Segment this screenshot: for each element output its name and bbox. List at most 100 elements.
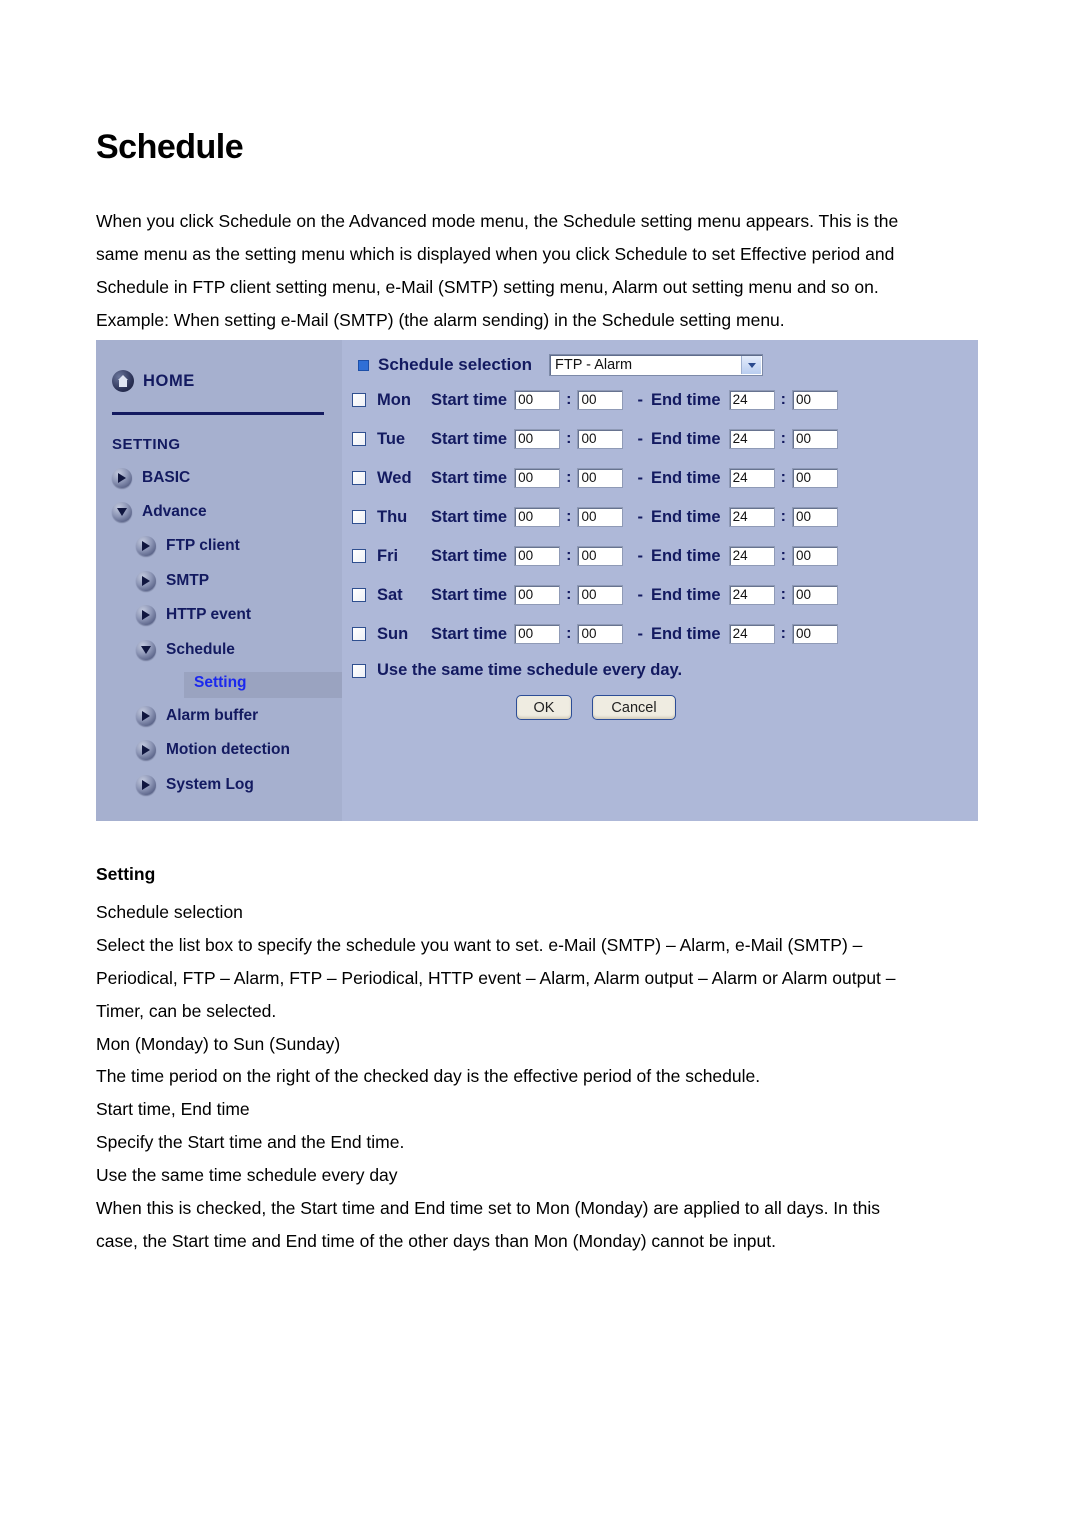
sidebar-item-ftp-client[interactable]: FTP client [136, 536, 240, 556]
sidebar-item-motion-detection[interactable]: Motion detection [136, 740, 290, 760]
start-minute-input-sat[interactable]: 00 [577, 585, 624, 605]
day-checkbox-fri[interactable] [352, 549, 366, 563]
ok-button[interactable]: OK [516, 695, 572, 720]
same-schedule-checkbox[interactable] [352, 663, 366, 678]
body-line: Specify the Start time and the End time. [96, 1132, 405, 1152]
end-hour-input-fri[interactable]: 24 [728, 546, 775, 566]
day-label: Sun [377, 624, 409, 643]
time-colon: : [566, 391, 572, 408]
end-minute-input-sun[interactable]: 00 [791, 624, 838, 644]
sidebar-item-alarm-buffer[interactable]: Alarm buffer [136, 706, 258, 726]
end-minute-input-wed[interactable]: 00 [791, 468, 838, 488]
sidebar-item-label: FTP client [166, 537, 240, 554]
schedule-row-thu: Thu Start time 00 : 00 - End time 24 : 0… [352, 505, 842, 529]
sidebar-item-schedule[interactable]: Schedule [136, 640, 235, 660]
house-icon [112, 370, 134, 392]
start-minute-input-sun[interactable]: 00 [577, 624, 624, 644]
end-minute-input-tue[interactable]: 00 [791, 429, 838, 449]
end-hour-input-sun[interactable]: 24 [728, 624, 775, 644]
time-colon: : [780, 508, 786, 525]
sidebar-item-label: Alarm buffer [166, 707, 259, 724]
start-hour-input-tue[interactable]: 00 [514, 429, 561, 449]
time-colon: : [780, 586, 786, 603]
time-dash: - [637, 624, 643, 643]
time-colon: : [780, 469, 786, 486]
end-hour-input-tue[interactable]: 24 [728, 429, 775, 449]
schedule-row-mon: Mon Start time 00 : 00 - End time 24 : 0… [352, 388, 842, 412]
sidebar-item-label-home: HOME [143, 371, 195, 390]
triangle-down-icon [136, 640, 156, 660]
day-label: Tue [377, 429, 406, 448]
end-minute-input-mon[interactable]: 00 [791, 390, 838, 410]
triangle-right-icon [136, 740, 156, 760]
day-checkbox-thu[interactable] [352, 510, 366, 524]
schedule-row-sun: Sun Start time 00 : 00 - End time 24 : 0… [352, 622, 842, 646]
form-buttons: OK Cancel [516, 695, 676, 720]
body-line: Select the list box to specify the sched… [96, 935, 863, 955]
intro-line: same menu as the setting menu which is d… [96, 244, 895, 264]
end-minute-input-thu[interactable]: 00 [791, 507, 838, 527]
day-checkbox-mon[interactable] [352, 393, 366, 407]
sidebar-item-basic[interactable]: BASIC [112, 468, 190, 488]
intro-line: Schedule in FTP client setting menu, e-M… [96, 277, 879, 297]
start-hour-input-fri[interactable]: 00 [514, 546, 561, 566]
body-line: Timer, can be selected. [96, 1001, 277, 1021]
schedule-selection-label: Schedule selection [378, 355, 532, 374]
triangle-right-icon [136, 536, 156, 556]
schedule-row-fri: Fri Start time 00 : 00 - End time 24 : 0… [352, 544, 842, 568]
time-dash: - [637, 546, 643, 565]
sidebar-item-home[interactable]: HOME [112, 370, 195, 392]
start-time-label: Start time [431, 585, 508, 604]
start-time-label: Start time [431, 390, 508, 409]
day-checkbox-sun[interactable] [352, 627, 366, 641]
intro-paragraph: When you click Schedule on the Advanced … [96, 205, 986, 337]
day-label: Fri [377, 546, 399, 565]
time-dash: - [637, 468, 643, 487]
sidebar-item-http-event[interactable]: HTTP event [136, 605, 251, 625]
start-minute-input-mon[interactable]: 00 [577, 390, 624, 410]
triangle-right-icon [112, 468, 132, 488]
section-heading: Setting [96, 864, 156, 884]
end-hour-input-wed[interactable]: 24 [728, 468, 775, 488]
start-hour-input-sun[interactable]: 00 [514, 624, 561, 644]
sidebar-item-label: System Log [166, 776, 254, 793]
end-hour-input-mon[interactable]: 24 [728, 390, 775, 410]
start-hour-input-mon[interactable]: 00 [514, 390, 561, 410]
start-minute-input-fri[interactable]: 00 [577, 546, 624, 566]
start-minute-input-thu[interactable]: 00 [577, 507, 624, 527]
end-hour-input-sat[interactable]: 24 [728, 585, 775, 605]
body-line: Start time, End time [96, 1099, 250, 1119]
start-minute-input-wed[interactable]: 00 [577, 468, 624, 488]
time-colon: : [566, 547, 572, 564]
same-schedule-label: Use the same time schedule every day. [377, 661, 683, 679]
ui-main-panel: Schedule selection FTP - Alarm Mon Start… [342, 340, 978, 821]
start-hour-input-thu[interactable]: 00 [514, 507, 561, 527]
sidebar-divider [112, 412, 324, 415]
body-line: When this is checked, the Start time and… [96, 1198, 880, 1218]
start-minute-input-tue[interactable]: 00 [577, 429, 624, 449]
start-hour-input-sat[interactable]: 00 [514, 585, 561, 605]
start-hour-input-wed[interactable]: 00 [514, 468, 561, 488]
end-minute-input-sat[interactable]: 00 [791, 585, 838, 605]
day-checkbox-tue[interactable] [352, 432, 366, 446]
sidebar-item-advance[interactable]: Advance [112, 502, 207, 522]
page-title: Schedule [96, 128, 244, 166]
sidebar-item-label: Motion detection [166, 741, 290, 758]
schedule-selection-dropdown[interactable]: FTP - Alarm [549, 354, 763, 376]
day-checkbox-wed[interactable] [352, 471, 366, 485]
sidebar-item-smtp[interactable]: SMTP [136, 571, 209, 591]
end-hour-input-thu[interactable]: 24 [728, 507, 775, 527]
end-minute-input-fri[interactable]: 00 [791, 546, 838, 566]
sidebar-item-setting[interactable]: Setting [194, 674, 247, 692]
end-time-label: End time [650, 507, 721, 526]
end-time-label: End time [650, 546, 721, 565]
cancel-button[interactable]: Cancel [592, 695, 676, 720]
start-time-label: Start time [431, 507, 508, 526]
end-time-label: End time [650, 429, 721, 448]
day-checkbox-sat[interactable] [352, 588, 366, 602]
sidebar-item-system-log[interactable]: System Log [136, 775, 254, 795]
schedule-row-tue: Tue Start time 00 : 00 - End time 24 : 0… [352, 427, 842, 451]
time-colon: : [780, 391, 786, 408]
sidebar-item-label: SMTP [166, 572, 210, 589]
chevron-down-icon[interactable] [741, 356, 761, 374]
